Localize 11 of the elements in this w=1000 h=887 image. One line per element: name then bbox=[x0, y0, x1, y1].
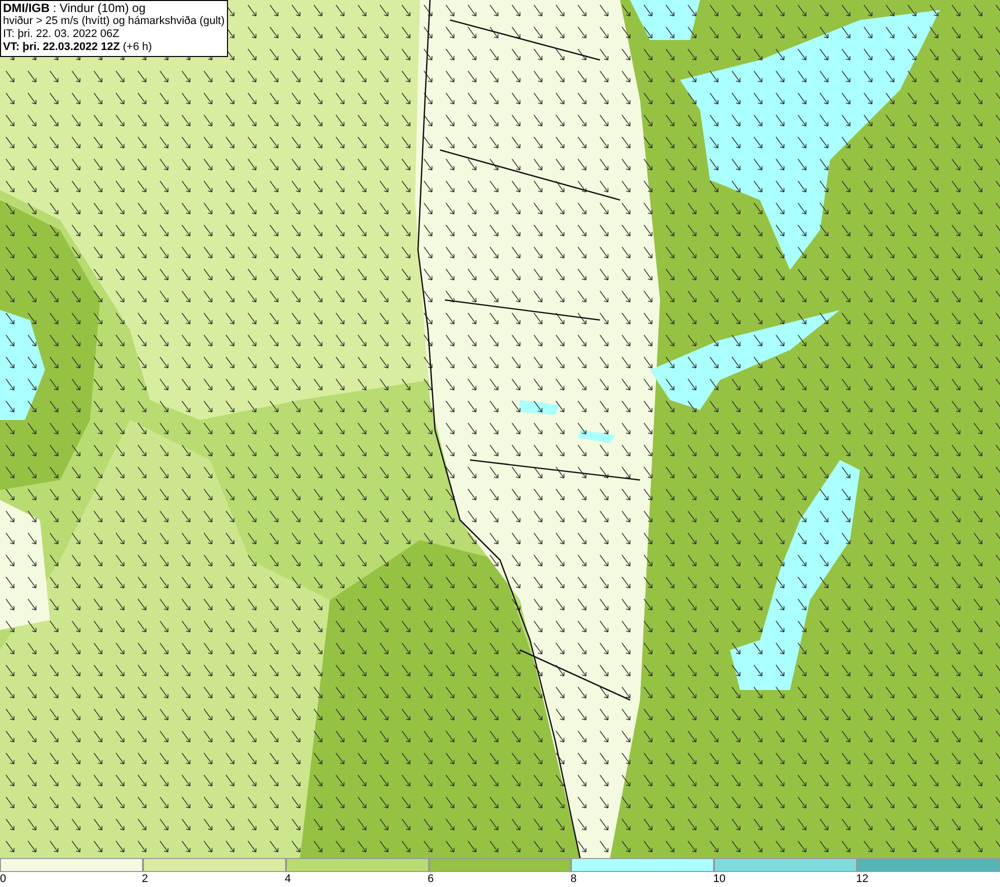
map-info-line: hviður > 25 m/s (hvítt) og hámarkshviða (gult) bbox=[3, 15, 225, 28]
legend-tick-label: 8 bbox=[570, 872, 577, 886]
legend-tick-label: 4 bbox=[284, 872, 291, 886]
legend-tick-label: 12 bbox=[856, 872, 868, 886]
legend-tick-label: 2 bbox=[142, 872, 148, 886]
map-info-line: IT: þri. 22. 03. 2022 06Z bbox=[3, 28, 120, 41]
map-info-line: VT: þri. 22.03.2022 12Z (+6 h) bbox=[3, 41, 153, 54]
legend-tick-label: 6 bbox=[428, 872, 434, 886]
legend-tick-label: 10 bbox=[713, 872, 726, 886]
map-info-line: DMI/IGB : Vindur (10m) og bbox=[3, 2, 146, 15]
legend-tick-label: 0 bbox=[0, 872, 6, 886]
